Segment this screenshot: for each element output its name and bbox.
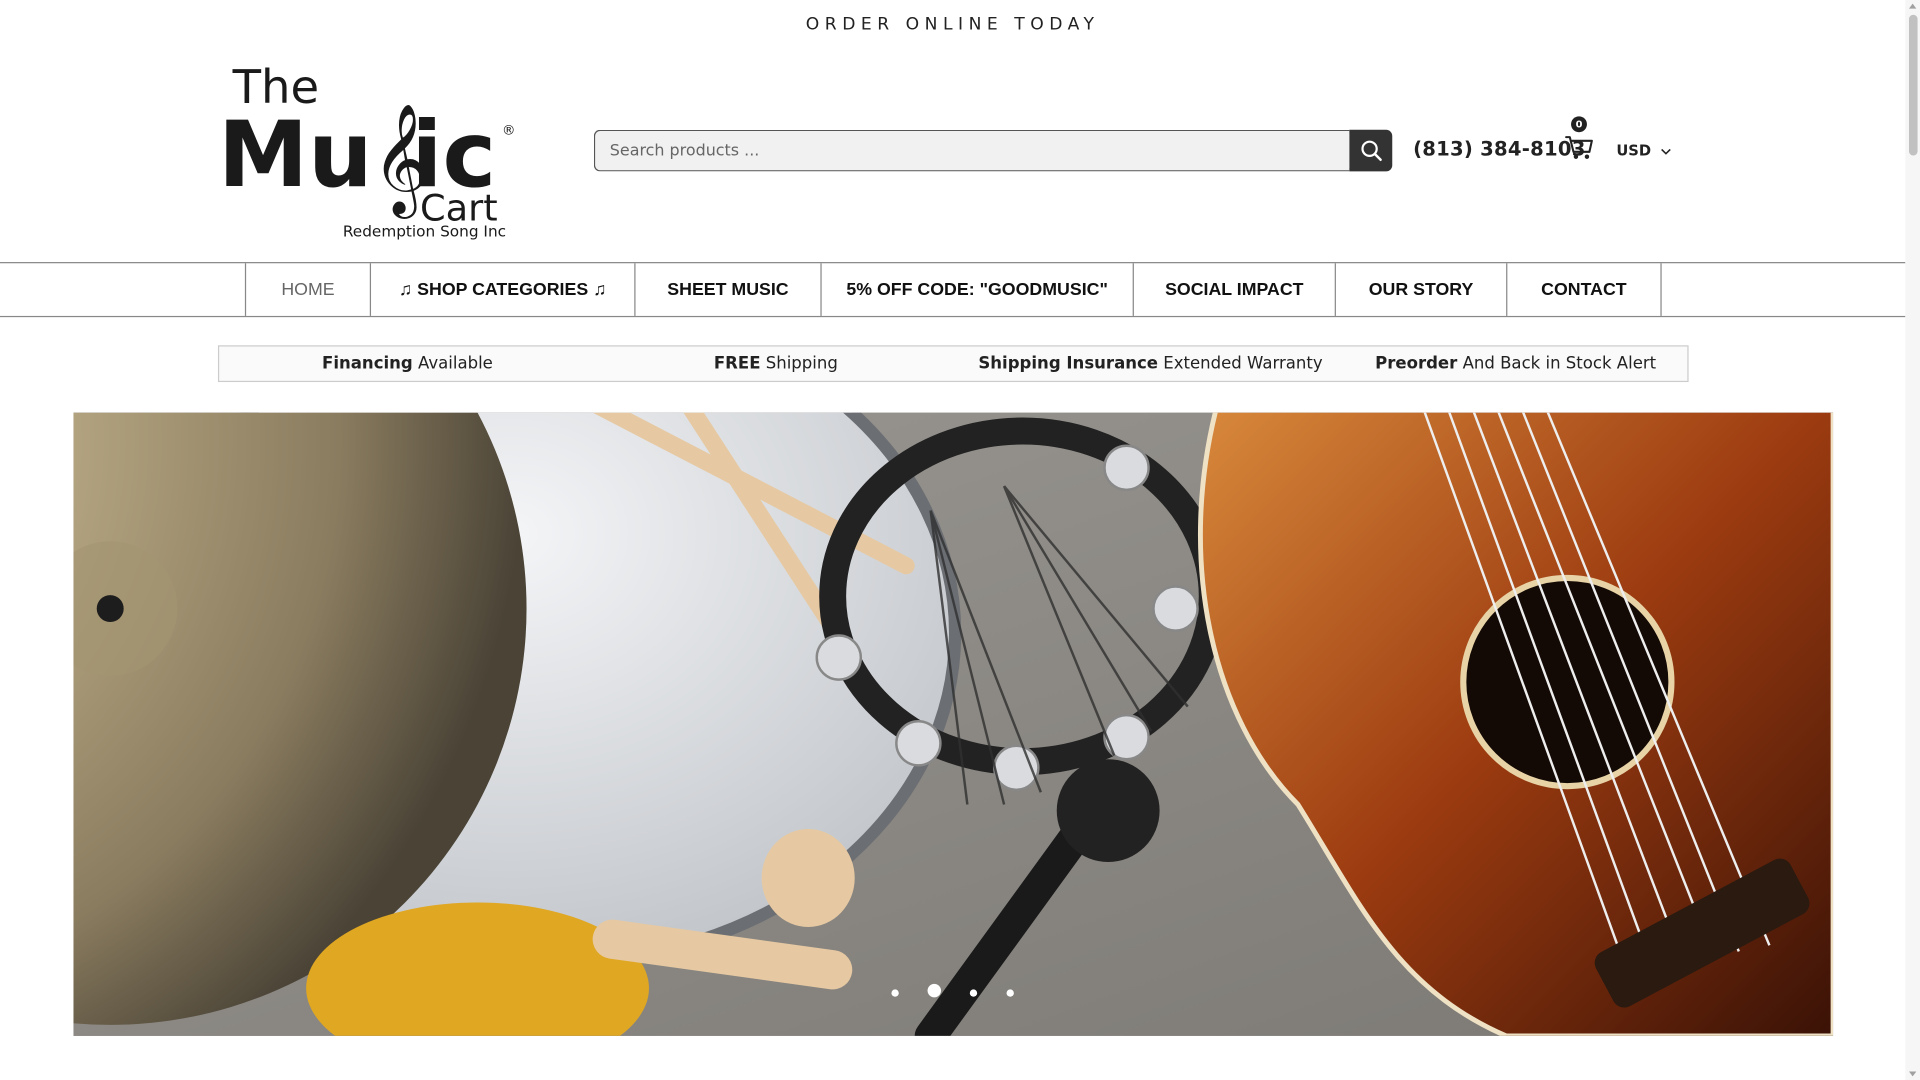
cart-icon <box>1565 136 1593 159</box>
slider-dot-1[interactable] <box>891 989 899 997</box>
nav-item-sheet-music[interactable]: SHEET MUSIC <box>636 263 822 316</box>
cart-button[interactable] <box>1565 130 1594 164</box>
benefit-financing-bold: Financing <box>322 353 413 374</box>
benefit-preorder-text: And Back in Stock Alert <box>1457 353 1657 374</box>
benefit-shipping-text: Shipping <box>760 353 838 374</box>
benefit-preorder: Preorder And Back in Stock Alert <box>1375 347 1656 381</box>
search-input[interactable] <box>593 129 1350 172</box>
currency-selector[interactable]: USD <box>1616 142 1671 159</box>
nav-item-discount-code[interactable]: 5% OFF CODE: "GOODMUSIC" <box>822 263 1134 316</box>
search-icon <box>1360 140 1382 162</box>
benefit-insurance-bold: Shipping Insurance <box>978 353 1159 374</box>
hero-slider[interactable] <box>73 412 1834 1036</box>
chevron-down-icon <box>1660 148 1671 155</box>
benefit-preorder-bold: Preorder <box>1375 353 1458 374</box>
search-button[interactable] <box>1349 129 1393 172</box>
nav-item-social-impact[interactable]: SOCIAL IMPACT <box>1134 263 1336 316</box>
nav-item-shop-categories[interactable]: ♫ SHOP CATEGORIES ♫ <box>371 263 636 316</box>
benefit-financing: Financing Available <box>322 347 493 381</box>
registered-mark: ® <box>502 124 515 139</box>
benefit-insurance: Shipping Insurance Extended Warranty <box>978 347 1322 381</box>
nav-item-contact[interactable]: CONTACT <box>1507 263 1662 316</box>
logo-tagline: Redemption Song Inc <box>343 222 506 240</box>
slider-dot-2[interactable] <box>927 983 942 998</box>
site-logo[interactable]: The Mu 𝄞 ic ® Cart Redemption Song Inc <box>218 59 524 245</box>
slider-dot-3[interactable] <box>969 989 978 997</box>
benefit-insurance-text: Extended Warranty <box>1158 353 1323 374</box>
phone-number[interactable]: (813) 384-8103 <box>1413 137 1586 160</box>
announcement-text: ORDER ONLINE TODAY <box>805 14 1100 35</box>
scroll-up-arrow-icon[interactable] <box>1908 3 1917 9</box>
benefit-shipping: FREE Shipping <box>714 347 838 381</box>
scrollbar-thumb[interactable] <box>1908 14 1918 156</box>
announcement-bar: ORDER ONLINE TODAY <box>0 0 1905 49</box>
logo-mu: Mu <box>218 103 373 208</box>
nav-item-our-story[interactable]: OUR STORY <box>1336 263 1508 316</box>
scroll-down-arrow-icon[interactable] <box>1908 1071 1917 1077</box>
main-nav: HOME ♫ SHOP CATEGORIES ♫ SHEET MUSIC 5% … <box>0 262 1906 318</box>
search-bar <box>593 129 1393 172</box>
benefit-shipping-bold: FREE <box>713 353 761 374</box>
currency-label: USD <box>1616 142 1652 160</box>
slider-dot-4[interactable] <box>1006 989 1014 997</box>
page-scrollbar[interactable] <box>1905 0 1920 1080</box>
benefits-strip: Financing Available FREE Shipping Shippi… <box>217 345 1689 383</box>
nav-item-home[interactable]: HOME <box>246 263 372 316</box>
benefit-financing-text: Available <box>412 353 493 374</box>
